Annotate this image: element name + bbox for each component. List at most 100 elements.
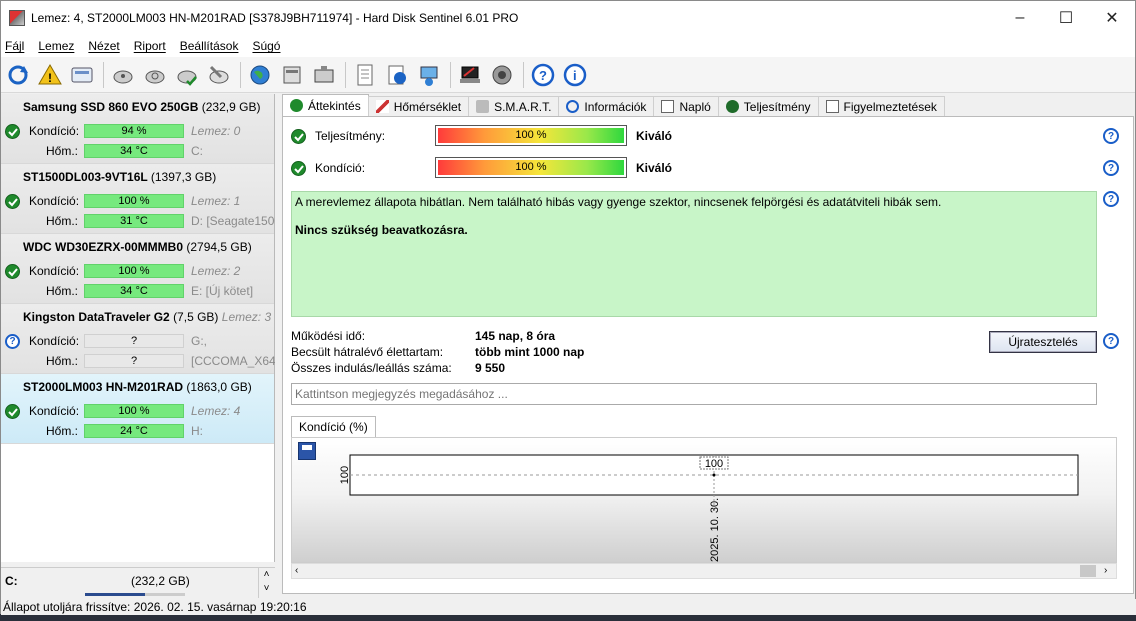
scrollbar-thumb[interactable] (1080, 565, 1096, 577)
disk-item-selected[interactable]: ST2000LM003 HN-M201RAD (1863,0 GB) Kondí… (1, 374, 274, 444)
title-bar: Lemez: 4, ST2000LM003 HN-M201RAD [S378J9… (1, 1, 1135, 35)
tab-alerts[interactable]: Figyelmeztetések (817, 96, 945, 116)
menu-settings[interactable]: Beállítások (180, 39, 239, 53)
refresh-icon[interactable] (4, 61, 32, 89)
disk-icon (476, 100, 490, 113)
chart-scrollbar[interactable]: ‹ › (291, 563, 1117, 579)
partition-panel: C: (232,2 GB) ˄ ˅ (1, 567, 275, 598)
disk-item[interactable]: ST1500DL003-9VT16L (1397,3 GB) Kondíció:… (1, 164, 275, 234)
sync-report-icon[interactable] (383, 61, 411, 89)
status-bar: Állapot utoljára frissítve: 2026. 02. 15… (1, 599, 1136, 615)
condition-label: Kondíció: (29, 264, 80, 278)
info-icon[interactable]: i (561, 61, 589, 89)
temperature-label: Hőm.: (46, 354, 79, 368)
toolbar-separator (450, 61, 451, 88)
svg-text:!: ! (48, 71, 52, 85)
condition-label: Kondíció: (29, 124, 80, 138)
speaker-icon[interactable] (488, 61, 516, 89)
disk-surface-test-icon[interactable] (141, 61, 169, 89)
network-report-icon[interactable] (415, 61, 443, 89)
maximize-button[interactable]: ☐ (1043, 1, 1089, 35)
svg-text:?: ? (539, 68, 547, 83)
help-icon[interactable]: ? (1103, 333, 1119, 349)
chart-tab-condition[interactable]: Kondíció (%) (291, 416, 376, 438)
gauge-icon (725, 100, 739, 113)
chevron-down-icon[interactable]: ˅ (259, 582, 274, 596)
partition-scrollbar[interactable]: ˄ ˅ (258, 568, 274, 598)
tab-overview[interactable]: Áttekintés (282, 94, 369, 116)
disk-item[interactable]: Kingston DataTraveler G2 (7,5 GB) Lemez:… (1, 304, 275, 374)
volume-label: [CCCOMA_X64 (191, 354, 275, 368)
log-icon (661, 100, 675, 113)
condition-label: Kondíció: (29, 334, 80, 348)
menu-disk[interactable]: Lemez (38, 39, 74, 53)
chevron-up-icon[interactable]: ˄ (259, 568, 274, 582)
menu-view[interactable]: Nézet (88, 39, 119, 53)
menu-file[interactable]: Fájl (5, 39, 24, 53)
help-icon[interactable]: ? (1103, 160, 1119, 176)
tab-log[interactable]: Napló (653, 96, 719, 116)
temperature-bar: 24 °C (84, 424, 184, 438)
menu-bar: Fájl Lemez Nézet Riport Beállítások Súgó (1, 35, 1135, 57)
condition-bar: 100 % (435, 157, 627, 178)
menu-help[interactable]: Súgó (252, 39, 280, 53)
tab-smart[interactable]: S.M.A.R.T. (468, 96, 560, 116)
disk-name: ST2000LM003 HN-M201RAD (1863,0 GB) (23, 380, 252, 394)
drive-icon[interactable] (310, 61, 338, 89)
condition-bar: 100 % (84, 404, 184, 418)
chevron-right-icon[interactable]: › (1104, 565, 1107, 576)
server-icon[interactable] (278, 61, 306, 89)
status-ok-icon (291, 161, 306, 176)
tab-information[interactable]: Információk (558, 96, 655, 116)
temperature-bar: 31 °C (84, 214, 184, 228)
tab-temperature[interactable]: Hőmérséklet (367, 96, 470, 116)
help-icon[interactable]: ? (1103, 191, 1119, 207)
tab-performance[interactable]: Teljesítmény (717, 96, 819, 116)
main-window: Lemez: 4, ST2000LM003 HN-M201RAD [S378J9… (0, 0, 1136, 615)
performance-bar: 100 % (435, 125, 627, 146)
condition-rating: Kiváló (636, 161, 673, 175)
performance-rating: Kiváló (636, 129, 673, 143)
condition-label: Kondíció: (315, 161, 366, 175)
disk-check-icon[interactable] (173, 61, 201, 89)
report-icon[interactable] (351, 61, 379, 89)
volume-label: D: [Seagate1500 (191, 214, 275, 228)
performance-row: Teljesítmény: 100 % Kiváló ? (291, 125, 1131, 147)
performance-label: Teljesítmény: (315, 129, 386, 143)
temperature-label: Hőm.: (46, 424, 79, 438)
condition-chart: 100 100 2025. 10. 30. (291, 437, 1117, 563)
note-input[interactable] (291, 383, 1097, 405)
retest-button[interactable]: Újratesztelés (989, 331, 1097, 353)
y-tick-label: 100 (339, 466, 351, 484)
temperature-label: Hőm.: (46, 214, 79, 228)
globe-icon[interactable] (246, 61, 274, 89)
partition-capacity: (232,2 GB) (131, 574, 190, 588)
disk-list: Samsung SSD 860 EVO 250GB (232,9 GB) Kon… (1, 94, 275, 562)
condition-bar: ? (84, 334, 184, 348)
help-icon[interactable]: ? (529, 61, 557, 89)
disk-tools-icon[interactable] (205, 61, 233, 89)
help-icon[interactable]: ? (1103, 128, 1119, 144)
document-icon (825, 100, 839, 113)
close-button[interactable]: ✕ (1089, 1, 1135, 35)
chevron-left-icon[interactable]: ‹ (295, 565, 298, 576)
menu-report[interactable]: Riport (134, 39, 166, 53)
recommendation-text: Nincs szükség beavatkozásra. (295, 223, 468, 237)
disk-number: Lemez: 4 (191, 404, 241, 418)
disk-stats: Működési idő: 145 nap, 8 óra Becsült hátr… (291, 329, 691, 377)
disk-info-icon[interactable] (68, 61, 96, 89)
disk-test-icon[interactable] (109, 61, 137, 89)
minimize-button[interactable]: – (997, 1, 1043, 35)
laptop-icon[interactable] (456, 61, 484, 89)
condition-label: Kondíció: (29, 194, 80, 208)
start-stop-count-value: 9 550 (475, 361, 506, 375)
power-on-time-value: 145 nap, 8 óra (475, 329, 556, 343)
warning-disk-icon[interactable]: ! (36, 61, 64, 89)
disk-item[interactable]: Samsung SSD 860 EVO 250GB (232,9 GB) Kon… (1, 94, 274, 164)
disk-item[interactable]: WDC WD30EZRX-00MMMB0 (2794,5 GB) Kondíci… (1, 234, 274, 304)
temperature-bar: 34 °C (84, 144, 184, 158)
disk-name: WDC WD30EZRX-00MMMB0 (2794,5 GB) (23, 240, 252, 254)
x-tick-label: 2025. 10. 30. (709, 498, 721, 562)
check-icon (290, 99, 303, 112)
power-on-time-label: Működési idő: (291, 329, 366, 343)
